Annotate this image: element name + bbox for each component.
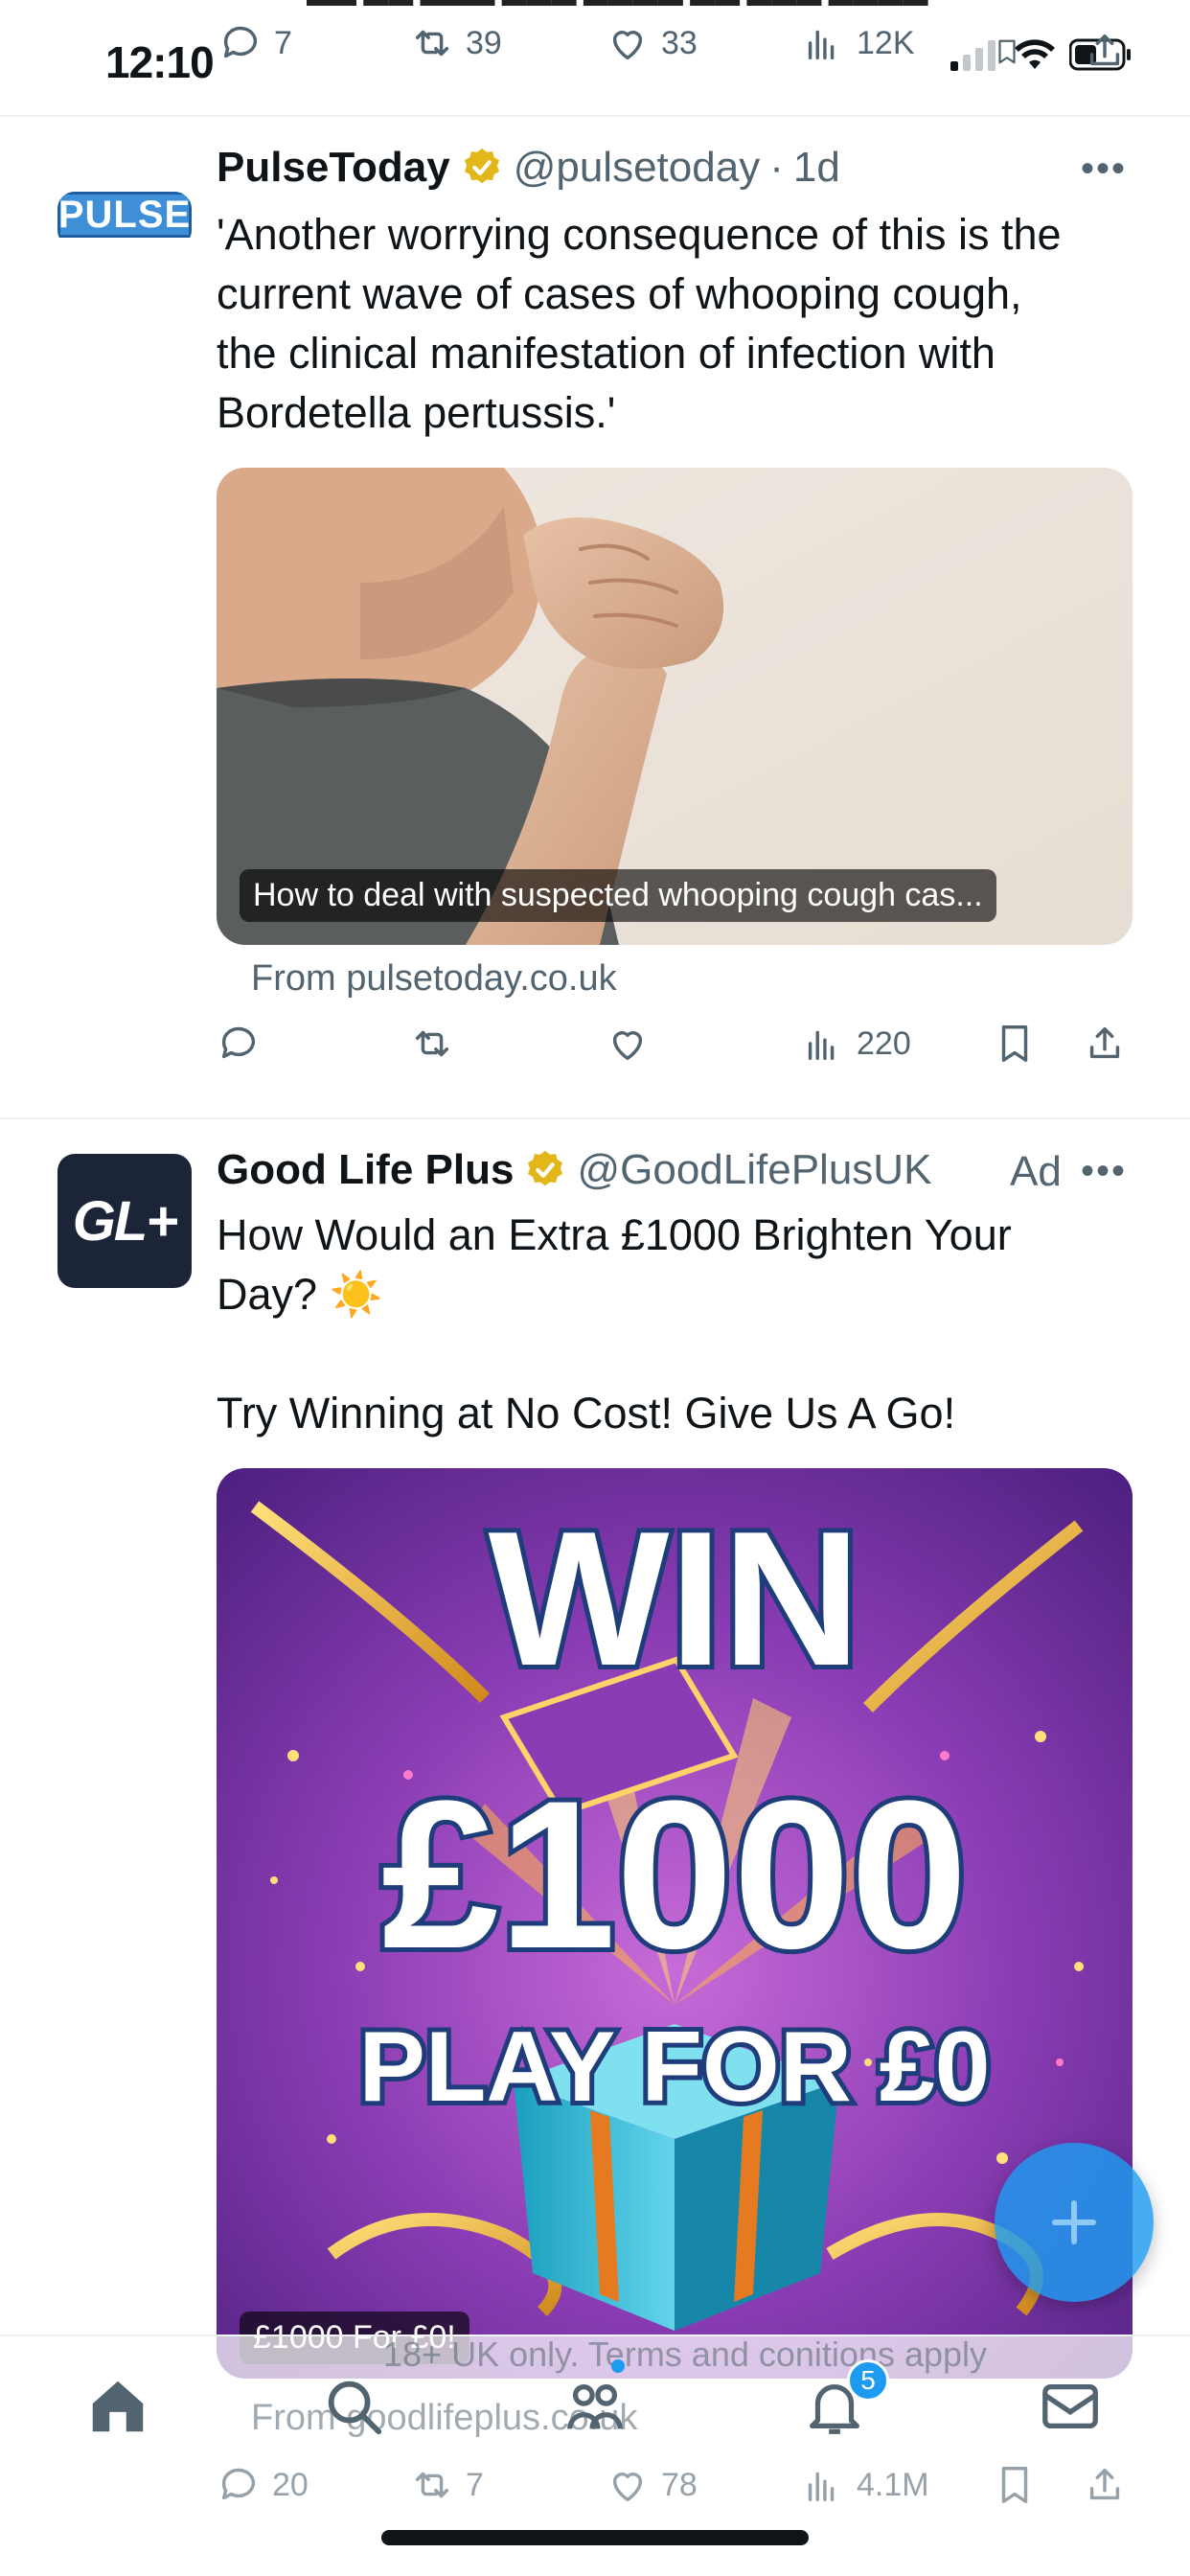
bookmark-icon [1001, 1025, 1028, 1062]
repost-count: 7 [466, 2466, 484, 2503]
repost-count: 39 [466, 24, 502, 61]
views-icon [808, 2472, 835, 2502]
ad-image[interactable]: WIN £1000 PLAY FOR £0 £1000 For £0! [217, 1468, 1133, 2379]
views-count: 220 [857, 1024, 911, 1062]
avatar[interactable]: GL+ [57, 1154, 192, 1288]
messages-icon[interactable] [1037, 2373, 1104, 2440]
divider [0, 115, 1190, 117]
verified-badge-icon [464, 148, 499, 184]
author-handle[interactable]: @GoodLifePlusUK [577, 1146, 931, 1194]
gl-plus-logo: GL+ [72, 1189, 178, 1253]
views-icon [808, 1030, 835, 1061]
tweet-text-line: How Would an Extra £1000 Brighten Your [217, 1210, 1012, 1259]
reply-icon [223, 26, 258, 58]
tweet-text-line: Bordetella pertussis.' [217, 388, 616, 437]
reply-icon [221, 1026, 256, 1059]
author-name[interactable]: PulseToday [217, 144, 450, 192]
bookmark-button[interactable] [993, 1022, 1037, 1066]
like-count: 78 [661, 2466, 698, 2503]
repost-button[interactable]: 7 [410, 2463, 484, 2507]
search-icon[interactable] [320, 2373, 387, 2440]
tweet-text: 'Another worrying consequence of this is… [217, 205, 1136, 443]
compose-button[interactable] [995, 2143, 1154, 2302]
like-count: 33 [661, 24, 698, 61]
author-handle[interactable]: @pulsetoday [514, 144, 761, 192]
bookmark-icon[interactable] [993, 33, 1021, 71]
plus-icon [1052, 2200, 1096, 2244]
ad-headline-win: WIN [489, 1492, 861, 1706]
avatar[interactable]: PULSE [57, 192, 192, 247]
verified-badge-icon [528, 1150, 563, 1186]
views-icon [808, 30, 835, 60]
card-source[interactable]: From pulsetoday.co.uk [251, 958, 617, 1000]
views-button[interactable]: 12K [801, 21, 915, 65]
like-button[interactable]: 33 [606, 21, 698, 65]
repost-button[interactable] [410, 1022, 454, 1066]
share-icon [1089, 1026, 1120, 1059]
communities-dot [611, 2359, 625, 2373]
ad-headline-amount: £1000 [381, 1757, 968, 1992]
status-bar: ▬▬ ▬▬ ▬▬▬ ▬▬▬ ▬▬▬▬ ▬▬ ▬▬▬ ▬▬▬▬ 7 39 33 1… [0, 0, 1190, 115]
bookmark-button[interactable] [993, 2463, 1037, 2507]
repost-icon [415, 30, 449, 57]
share-icon[interactable] [1083, 29, 1127, 73]
card-terms: 18+ UK only. Terms and conitions apply [383, 2334, 988, 2374]
reply-button[interactable]: 7 [218, 21, 292, 65]
reply-icon [221, 2468, 256, 2500]
link-card-image[interactable]: How to deal with suspected whooping coug… [217, 468, 1133, 945]
ad-label: Ad [1010, 1148, 1062, 1195]
tweet-actions: 220 [0, 1022, 1190, 1089]
share-button[interactable] [1083, 2463, 1127, 2507]
share-icon [1089, 2468, 1120, 2500]
reply-count: 20 [272, 2466, 309, 2503]
author-name[interactable]: Good Life Plus [217, 1146, 514, 1194]
reply-button[interactable]: 20 [217, 2463, 309, 2507]
heart-icon [612, 31, 643, 60]
tweet-time[interactable]: 1d [793, 144, 840, 192]
home-icon[interactable] [84, 2373, 151, 2440]
pulse-logo: PULSE [57, 192, 192, 238]
repost-icon [415, 1030, 449, 1057]
reply-count: 7 [274, 24, 292, 61]
ad-tweet-actions: 20 7 78 4.1M [0, 2463, 1190, 2530]
tweet-text-line: the clinical manifestation of infection … [217, 329, 995, 378]
previous-tweet-peek: ▬▬ ▬▬ ▬▬▬ ▬▬▬ ▬▬▬▬ ▬▬ ▬▬▬ ▬▬▬▬ [0, 0, 1190, 10]
divider [0, 1117, 1190, 1119]
home-indicator[interactable] [381, 2530, 809, 2545]
card-caption: How to deal with suspected whooping coug… [240, 869, 996, 922]
views-button[interactable]: 220 [801, 1022, 911, 1066]
like-button[interactable] [606, 1022, 650, 1066]
tweet-text-line: current wave of cases of whooping cough, [217, 269, 1022, 318]
tweet-header: PulseToday @pulsetoday · 1d [217, 144, 840, 192]
more-options-icon[interactable]: ••• [1081, 1150, 1127, 1193]
share-button[interactable] [1083, 1022, 1127, 1066]
clock: 12:10 [105, 37, 215, 87]
views-count: 4.1M [857, 2466, 929, 2503]
bookmark-icon [1001, 2467, 1028, 2503]
tweet-text-line: Day? ☀️ [217, 1270, 383, 1319]
tweet-text-line: Try Winning at No Cost! Give Us A Go! [217, 1389, 956, 1438]
repost-button[interactable]: 39 [410, 21, 502, 65]
heart-icon [612, 1031, 643, 1061]
tweet-text: How Would an Extra £1000 Brighten Your D… [217, 1206, 1136, 1443]
ad-headline-play: PLAY FOR £0 [359, 2012, 991, 2123]
views-button[interactable]: 4.1M [801, 2463, 929, 2507]
win-prize-graphic: WIN £1000 PLAY FOR £0 [217, 1468, 1133, 2379]
tweet-text-line: 'Another worrying consequence of this is… [217, 210, 1062, 259]
notifications-badge: 5 [847, 2359, 889, 2402]
separator-dot: · [769, 144, 784, 191]
like-button[interactable]: 78 [606, 2463, 698, 2507]
views-count: 12K [857, 24, 915, 61]
communities-icon[interactable] [561, 2373, 629, 2440]
heart-icon [612, 2472, 643, 2502]
reply-button[interactable] [217, 1022, 261, 1066]
repost-icon [415, 2472, 449, 2498]
tweet-header: Good Life Plus @GoodLifePlusUK [217, 1146, 931, 1194]
more-options-icon[interactable]: ••• [1081, 148, 1127, 191]
